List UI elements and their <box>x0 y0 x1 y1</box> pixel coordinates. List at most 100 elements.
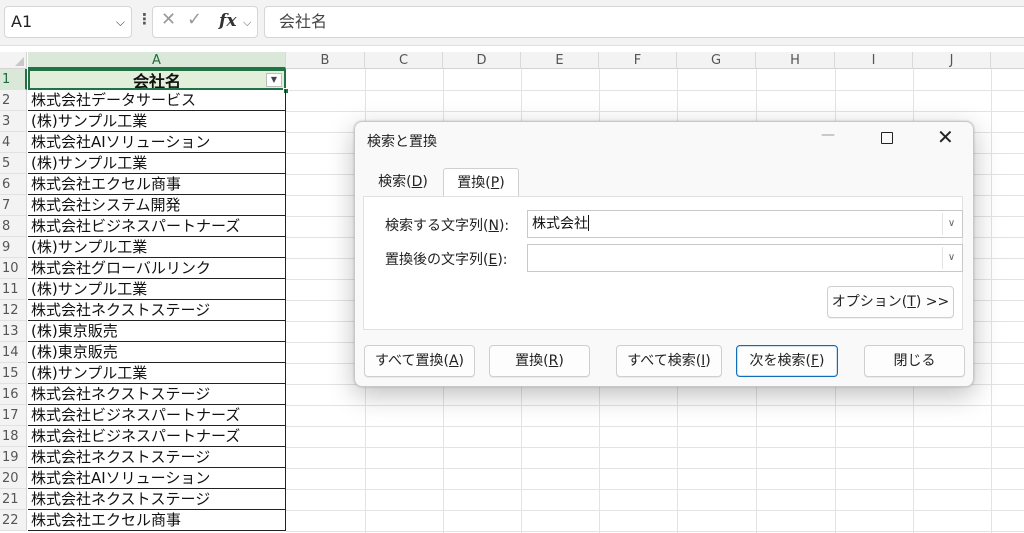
options-label: オプション( <box>831 294 908 310</box>
column-header-j[interactable]: J <box>913 52 991 69</box>
row-header[interactable]: 13 <box>0 321 27 342</box>
find-next-button[interactable]: 次を検索(F) <box>736 345 838 377</box>
row-header[interactable]: 18 <box>0 426 27 447</box>
replace-with-input[interactable]: ∨ <box>527 244 963 272</box>
find-what-input[interactable]: 株式会社 ∨ <box>527 210 963 238</box>
table-cell[interactable]: 株式会社ネクストステージ <box>28 300 286 321</box>
formula-bar: A1 ⌵ ⋮ ✕ ✓ fx ⌵ 会社名 <box>0 0 1024 46</box>
name-box-value: A1 <box>11 12 33 31</box>
find-all-button[interactable]: すべて検索(I) <box>616 345 722 377</box>
chevron-down-icon[interactable]: ⌵ <box>116 7 125 37</box>
column-header-g[interactable]: G <box>677 52 756 69</box>
column-header-f[interactable]: F <box>599 52 677 69</box>
row-header[interactable]: 19 <box>0 447 27 468</box>
table-cell[interactable]: 株式会社ビジネスパートナーズ <box>28 405 286 426</box>
close-icon[interactable]: ✕ <box>937 125 954 149</box>
find-label-key: N <box>488 218 499 234</box>
table-cell[interactable]: (株)東京販売 <box>28 321 286 342</box>
row-header[interactable]: 2 <box>0 90 27 111</box>
row-header[interactable]: 4 <box>0 132 27 153</box>
find-next-end: ) <box>819 353 825 369</box>
gridline <box>286 447 1024 448</box>
column-header-i[interactable]: I <box>835 52 913 69</box>
chevron-down-icon[interactable]: ⌵ <box>243 16 251 30</box>
replace-label: 置換( <box>515 353 549 369</box>
table-cell[interactable]: 株式会社ビジネスパートナーズ <box>28 216 286 237</box>
row-header[interactable]: 5 <box>0 153 27 174</box>
table-cell[interactable]: (株)サンプル工業 <box>28 237 286 258</box>
column-header-partial[interactable] <box>991 52 1024 69</box>
table-cell[interactable]: (株)サンプル工業 <box>28 279 286 300</box>
column-header-h[interactable]: H <box>756 52 835 69</box>
row-header[interactable]: 3 <box>0 111 27 132</box>
row-header[interactable]: 1 <box>0 69 27 90</box>
row-header[interactable]: 16 <box>0 384 27 405</box>
column-header-d[interactable]: D <box>443 52 521 69</box>
replace-button[interactable]: 置換(R) <box>489 345 590 377</box>
formula-input[interactable]: 会社名 <box>264 6 1024 38</box>
gridline <box>286 489 1024 490</box>
replace-panel: 検索する文字列(N): 株式会社 ∨ 置換後の文字列(E): ∨ オプション(T… <box>363 196 963 330</box>
table-cell[interactable]: 株式会社AIソリューション <box>28 468 286 489</box>
table-cell[interactable]: 株式会社グローバルリンク <box>28 258 286 279</box>
cancel-icon[interactable]: ✕ <box>161 9 176 30</box>
table-cell[interactable]: 株式会社データサービス <box>28 90 286 111</box>
row-header[interactable]: 11 <box>0 279 27 300</box>
name-box[interactable]: A1 ⌵ <box>4 6 132 38</box>
find-all-end: ) <box>705 353 711 369</box>
insert-function-icon[interactable]: fx <box>219 11 236 31</box>
row-header[interactable]: 10 <box>0 258 27 279</box>
gridline <box>286 468 1024 469</box>
check-icon[interactable]: ✓ <box>187 9 202 30</box>
row-header[interactable]: 22 <box>0 510 27 531</box>
table-cell[interactable]: 株式会社エクセル商事 <box>28 510 286 531</box>
maximize-icon[interactable] <box>881 132 893 144</box>
header-cell[interactable]: 会社名 ▼ <box>28 69 286 90</box>
chevron-down-icon[interactable]: ∨ <box>942 247 960 269</box>
column-header-c[interactable]: C <box>365 52 443 69</box>
table-cell[interactable]: (株)サンプル工業 <box>28 153 286 174</box>
replace-all-label: すべて置換( <box>375 353 449 369</box>
table-cell[interactable]: 株式会社ネクストステージ <box>28 447 286 468</box>
row-header[interactable]: 9 <box>0 237 27 258</box>
column-header-b[interactable]: B <box>286 52 365 69</box>
table-cell[interactable]: 株式会社AIソリューション <box>28 132 286 153</box>
options-label-end: ) >> <box>915 294 950 310</box>
row-header[interactable]: 20 <box>0 468 27 489</box>
text-caret <box>588 215 589 231</box>
options-button[interactable]: オプション(T) >> <box>827 286 954 318</box>
row-header[interactable]: 17 <box>0 405 27 426</box>
table-cell[interactable]: (株)サンプル工業 <box>28 111 286 132</box>
find-what-value: 株式会社 <box>532 216 588 232</box>
table-cell[interactable]: 株式会社システム開発 <box>28 195 286 216</box>
replace-all-end: ) <box>458 353 464 369</box>
tab-search[interactable]: 検索(D) <box>367 168 439 196</box>
find-all-label: すべて検索( <box>627 353 702 369</box>
table-cell[interactable]: 株式会社エクセル商事 <box>28 174 286 195</box>
table-cell[interactable]: 株式会社ネクストステージ <box>28 489 286 510</box>
tab-search-label: 検索( <box>378 174 412 190</box>
minimize-icon: — <box>821 127 835 143</box>
formula-input-value: 会社名 <box>279 12 328 31</box>
table-cell[interactable]: (株)東京販売 <box>28 342 286 363</box>
row-header[interactable]: 12 <box>0 300 27 321</box>
chevron-down-icon[interactable]: ∨ <box>942 213 960 235</box>
replace-all-button[interactable]: すべて置換(A) <box>364 345 475 377</box>
column-header-a[interactable]: A <box>28 52 286 69</box>
row-header[interactable]: 7 <box>0 195 27 216</box>
table-cell[interactable]: 株式会社ビジネスパートナーズ <box>28 426 286 447</box>
table-cell[interactable]: (株)サンプル工業 <box>28 363 286 384</box>
row-header[interactable]: 15 <box>0 363 27 384</box>
more-options-icon[interactable]: ⋮ <box>137 10 152 28</box>
row-header[interactable]: 21 <box>0 489 27 510</box>
row-header[interactable]: 8 <box>0 216 27 237</box>
table-cell[interactable]: 株式会社ネクストステージ <box>28 384 286 405</box>
row-header[interactable]: 14 <box>0 342 27 363</box>
select-all-corner[interactable] <box>0 52 27 69</box>
column-header-e[interactable]: E <box>521 52 599 69</box>
close-button[interactable]: 閉じる <box>864 345 965 377</box>
row-header[interactable]: 6 <box>0 174 27 195</box>
filter-dropdown-icon[interactable]: ▼ <box>266 73 282 87</box>
tab-replace-label: 置換( <box>457 175 491 191</box>
tab-replace[interactable]: 置換(P) <box>443 168 519 197</box>
